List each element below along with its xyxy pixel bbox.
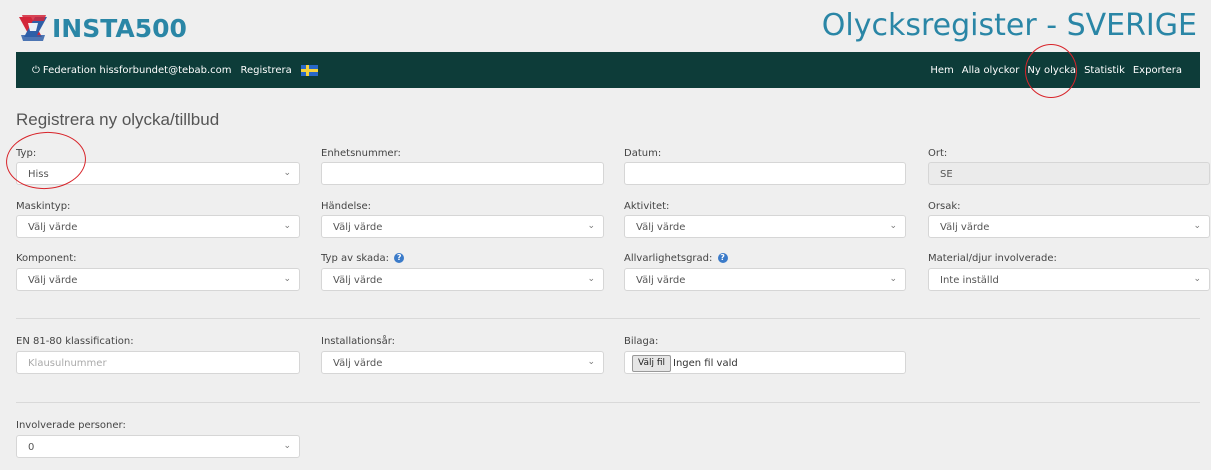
ort-input: SE [928, 162, 1210, 185]
allvarlighetsgrad-value: Välj värde [636, 275, 686, 286]
en8180-label: EN 81-80 klassification: [16, 336, 134, 347]
user-link[interactable]: ⏻ Federation hissforbundet@tebab.com [32, 65, 232, 76]
enhetsnummer-input[interactable] [321, 162, 604, 185]
chevron-down-icon: ⌄ [889, 274, 897, 284]
maskintyp-value: Välj värde [28, 222, 78, 233]
insta500-logo-icon [19, 15, 47, 41]
typ-av-skada-label-wrap: Typ av skada: ? [321, 253, 405, 264]
chevron-down-icon: ⌄ [283, 221, 291, 231]
chevron-down-icon: ⌄ [587, 274, 595, 284]
orsak-select[interactable]: Välj värde ⌄ [928, 215, 1210, 238]
page-title: Registrera ny olycka/tillbud [16, 110, 220, 129]
datum-label: Datum: [624, 148, 662, 159]
nav-exportera[interactable]: Exportera [1133, 65, 1182, 76]
installationsar-label: Installationsår: [321, 336, 396, 347]
chevron-down-icon: ⌄ [889, 221, 897, 231]
swedish-flag-icon[interactable] [300, 64, 318, 76]
installationsar-value: Välj värde [333, 358, 383, 369]
involverade-value: 0 [28, 442, 35, 453]
power-icon: ⏻ [32, 64, 40, 76]
typ-av-skada-label: Typ av skada: [321, 253, 390, 264]
typ-value: Hiss [28, 169, 49, 180]
nav-left: ⏻ Federation hissforbundet@tebab.com Reg… [32, 52, 318, 88]
navbar: ⏻ Federation hissforbundet@tebab.com Reg… [16, 52, 1200, 88]
divider [16, 402, 1200, 403]
chevron-down-icon: ⌄ [283, 274, 291, 284]
material-label: Material/djur involverade: [928, 253, 1057, 264]
nav-alla-olyckor[interactable]: Alla olyckor [962, 65, 1020, 76]
ort-label: Ort: [928, 148, 948, 159]
logo[interactable]: INSTA500 [16, 8, 187, 48]
typ-av-skada-value: Välj värde [333, 275, 383, 286]
chevron-down-icon: ⌄ [283, 441, 291, 451]
komponent-select[interactable]: Välj värde ⌄ [16, 268, 300, 291]
komponent-value: Välj värde [28, 275, 78, 286]
chevron-down-icon: ⌄ [587, 357, 595, 367]
installationsar-select[interactable]: Välj värde ⌄ [321, 351, 604, 374]
en8180-placeholder: Klausulnummer [28, 358, 107, 369]
nav-ny-olycka[interactable]: Ny olycka [1027, 65, 1076, 76]
typ-av-skada-select[interactable]: Välj värde ⌄ [321, 268, 604, 291]
orsak-value: Välj värde [940, 222, 990, 233]
bilaga-label: Bilaga: [624, 336, 659, 347]
ort-value: SE [940, 169, 953, 180]
komponent-label: Komponent: [16, 253, 77, 264]
chevron-down-icon: ⌄ [283, 168, 291, 178]
orsak-label: Orsak: [928, 201, 961, 212]
logo-text: INSTA500 [52, 13, 187, 43]
material-value: Inte inställd [940, 275, 999, 286]
en8180-input[interactable]: Klausulnummer [16, 351, 300, 374]
help-icon[interactable]: ? [394, 253, 405, 263]
allvarlighetsgrad-label-wrap: Allvarlighetsgrad: ? [624, 253, 728, 264]
handelse-select[interactable]: Välj värde ⌄ [321, 215, 604, 238]
allvarlighetsgrad-select[interactable]: Välj värde ⌄ [624, 268, 906, 291]
chevron-down-icon: ⌄ [1193, 274, 1201, 284]
involverade-select[interactable]: 0 ⌄ [16, 435, 300, 458]
app-title: Olycksregister - SVERIGE [821, 8, 1197, 43]
datum-input[interactable] [624, 162, 906, 185]
maskintyp-label: Maskintyp: [16, 201, 71, 212]
handelse-label: Händelse: [321, 201, 371, 212]
register-link[interactable]: Registrera [241, 65, 292, 76]
top-bar: INSTA500 Olycksregister - SVERIGE [0, 0, 1211, 52]
handelse-value: Välj värde [333, 222, 383, 233]
typ-select[interactable]: Hiss ⌄ [16, 162, 300, 185]
aktivitet-value: Välj värde [636, 222, 686, 233]
involverade-label: Involverade personer: [16, 420, 126, 431]
aktivitet-select[interactable]: Välj värde ⌄ [624, 215, 906, 238]
nav-statistik[interactable]: Statistik [1084, 65, 1125, 76]
nav-right: Hem Alla olyckor Ny olycka Statistik Exp… [922, 52, 1182, 88]
enhetsnummer-label: Enhetsnummer: [321, 148, 401, 159]
help-icon[interactable]: ? [717, 253, 728, 263]
file-status: Ingen fil vald [673, 358, 738, 369]
bilaga-file-input[interactable]: Välj fil Ingen fil vald [624, 351, 906, 374]
maskintyp-select[interactable]: Välj värde ⌄ [16, 215, 300, 238]
nav-hem[interactable]: Hem [930, 65, 953, 76]
chevron-down-icon: ⌄ [587, 221, 595, 231]
material-select[interactable]: Inte inställd ⌄ [928, 268, 1210, 291]
choose-file-button[interactable]: Välj fil [632, 355, 672, 372]
aktivitet-label: Aktivitet: [624, 201, 670, 212]
typ-label: Typ: [16, 148, 37, 159]
divider [16, 318, 1200, 319]
chevron-down-icon: ⌄ [1193, 221, 1201, 231]
allvarlighetsgrad-label: Allvarlighetsgrad: [624, 253, 713, 264]
user-label: Federation hissforbundet@tebab.com [42, 64, 232, 76]
